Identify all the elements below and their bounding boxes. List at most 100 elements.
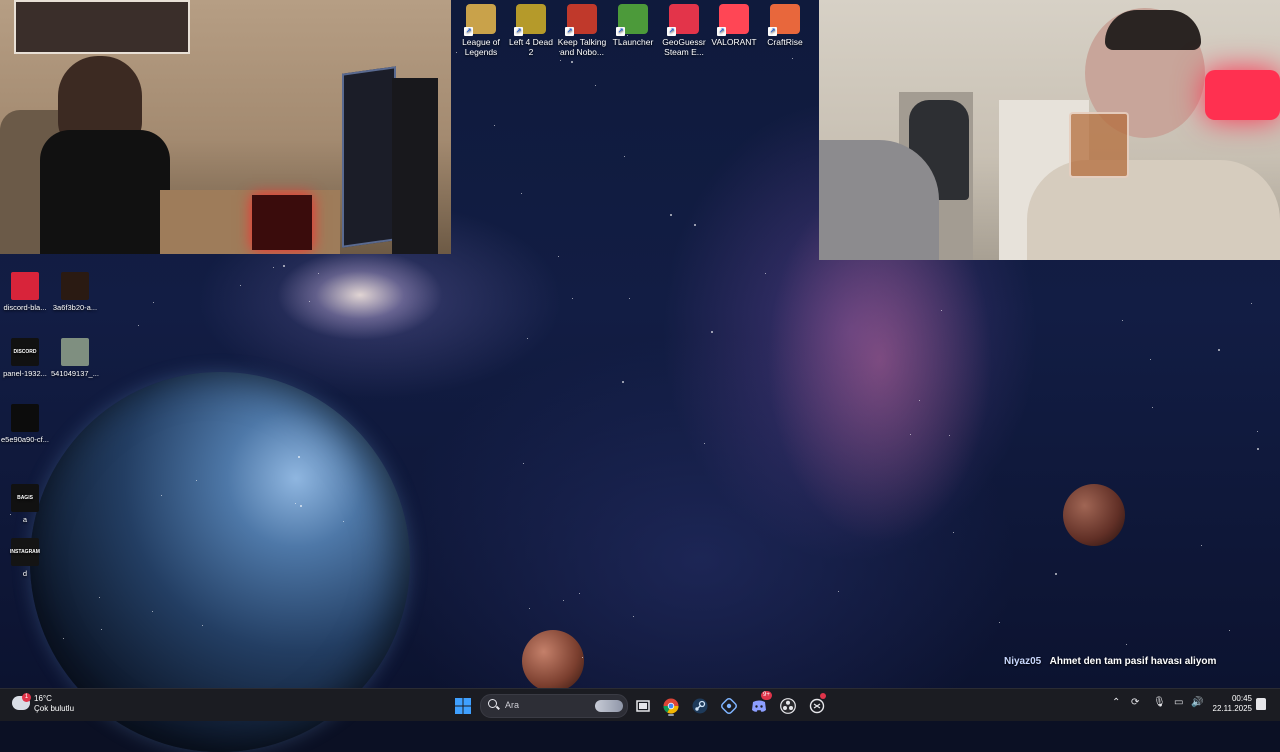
desktop-icon-label: GeoGuessr Steam E... (662, 37, 706, 57)
star (318, 273, 319, 274)
notification-dot (820, 693, 826, 699)
desktop-icon-label: Left 4 Dead 2 (509, 37, 553, 57)
star (704, 443, 705, 444)
desktop-icon-tlauncher[interactable]: ↗ TLauncher (608, 4, 658, 47)
desktop-icon-valorant[interactable]: ↗ VALORANT (709, 4, 759, 47)
desktop-file-label: 541049137_... (51, 369, 99, 378)
chrome-button[interactable] (660, 695, 682, 717)
desktop-file-7[interactable]: INSTAGRAM d (0, 538, 50, 578)
desktop-file-5[interactable]: e5e90a90-cf... (0, 404, 50, 444)
desktop-file-2[interactable]: 3a6f3b20-a... (50, 272, 100, 312)
desktop-icon-label: CraftRise (767, 37, 803, 47)
task-view-button[interactable] (632, 695, 654, 717)
chat-username: Niyaz05 (1004, 656, 1042, 667)
search-icon (488, 699, 497, 708)
star (1229, 630, 1230, 631)
desktop-file-label: d (22, 569, 28, 578)
sync-icon[interactable]: ⟳ (1131, 697, 1139, 708)
clock-date: 22.11.2025 (1212, 704, 1252, 713)
weather-badge: 1 (22, 693, 31, 702)
star (582, 657, 583, 658)
chatgpt-button[interactable] (806, 693, 828, 717)
active-indicator (668, 714, 674, 716)
star (161, 495, 162, 496)
network-app-icon (721, 698, 737, 714)
star (298, 456, 300, 458)
desktop-file-label: panel-1932... (3, 369, 47, 378)
star (629, 298, 630, 299)
star (196, 480, 197, 481)
desktop-file-3[interactable]: DISCORD panel-1932... (0, 338, 50, 378)
star (838, 591, 839, 592)
clock-time: 00:45 (1231, 694, 1252, 703)
chrome-icon (663, 698, 679, 714)
start-button[interactable] (452, 695, 474, 717)
desktop-file-6[interactable]: BAGIS a (0, 484, 50, 524)
star (343, 521, 344, 522)
weather-condition: Çok bulutlu (34, 704, 75, 713)
webcam-left (0, 0, 451, 254)
desktop-file-label: e5e90a90-cf... (1, 435, 49, 444)
star (521, 193, 522, 194)
star (138, 325, 139, 326)
star (595, 85, 596, 86)
shortcut-arrow-icon: ↗ (616, 27, 625, 36)
thumbnail-text: INSTAGRAM (10, 548, 40, 555)
network-app-button[interactable] (718, 695, 740, 717)
star (494, 125, 495, 126)
desktop-icon-geoguessr[interactable]: ↗ GeoGuessr Steam E... (659, 4, 709, 57)
desktop-icon-craftrise[interactable]: ↗ CraftRise (760, 4, 810, 47)
desktop-file-label: discord-bla... (3, 303, 47, 312)
discord-icon (752, 700, 766, 712)
steam-button[interactable] (689, 695, 711, 717)
cloud-icon: 1 (12, 693, 31, 710)
planet-small (522, 630, 584, 692)
obs-button[interactable] (777, 695, 799, 717)
star (1122, 320, 1123, 321)
notification-bell-icon[interactable] (1256, 698, 1266, 710)
star (1218, 349, 1220, 351)
instagram-image-icon: INSTAGRAM (10, 538, 40, 566)
chevron-up-icon[interactable]: ⌃ (1112, 697, 1120, 708)
star (919, 400, 920, 401)
desktop-file-4[interactable]: 541049137_... (50, 338, 100, 378)
star (1201, 545, 1202, 546)
desktop-icon-label: TLauncher (612, 37, 654, 47)
shortcut-arrow-icon: ↗ (768, 27, 777, 36)
desktop-icon-league-of-legends[interactable]: ↗ League of Legends (456, 4, 506, 57)
desktop-icon-keep-talking[interactable]: ↗ Keep Talking and Nobo... (557, 4, 607, 57)
star (1152, 407, 1153, 408)
desktop-icon-left4dead2[interactable]: ↗ Left 4 Dead 2 (506, 4, 556, 57)
steam-icon (692, 698, 708, 714)
star (563, 600, 564, 601)
photo-file-icon (61, 338, 89, 366)
search-input[interactable]: Ara (480, 694, 628, 718)
desktop-file-1[interactable]: discord-bla... (0, 272, 50, 312)
star (63, 638, 64, 639)
taskbar: 1 16°C Çok bulutlu Ara 9+ ⌃ ⟳ 🎙 ▭ 🔊 00:4… (0, 688, 1280, 721)
star (529, 608, 530, 609)
keep-talking-icon: ↗ (565, 4, 597, 36)
star (579, 593, 580, 594)
clock[interactable]: 00:45 22.11.2025 (1206, 694, 1252, 714)
network-icon[interactable]: ▭ (1174, 697, 1183, 708)
desktop-icon-label: Keep Talking and Nobo... (557, 37, 607, 57)
volume-icon[interactable]: 🔊 (1191, 697, 1203, 708)
shortcut-arrow-icon: ↗ (667, 27, 676, 36)
desktop-icon-label: VALORANT (711, 37, 757, 47)
star (99, 597, 100, 598)
shortcut-arrow-icon: ↗ (464, 27, 473, 36)
planet-right (1063, 484, 1125, 546)
star (101, 629, 102, 630)
discord-button[interactable]: 9+ (748, 691, 772, 717)
star (1257, 448, 1259, 450)
star (572, 298, 573, 299)
star (273, 267, 274, 268)
shortcut-arrow-icon: ↗ (514, 27, 523, 36)
star (571, 61, 573, 63)
star (1055, 573, 1057, 575)
star (941, 310, 942, 311)
discord-badge: 9+ (761, 691, 772, 700)
star (283, 265, 285, 267)
microphone-icon[interactable]: 🎙 (1153, 697, 1166, 708)
